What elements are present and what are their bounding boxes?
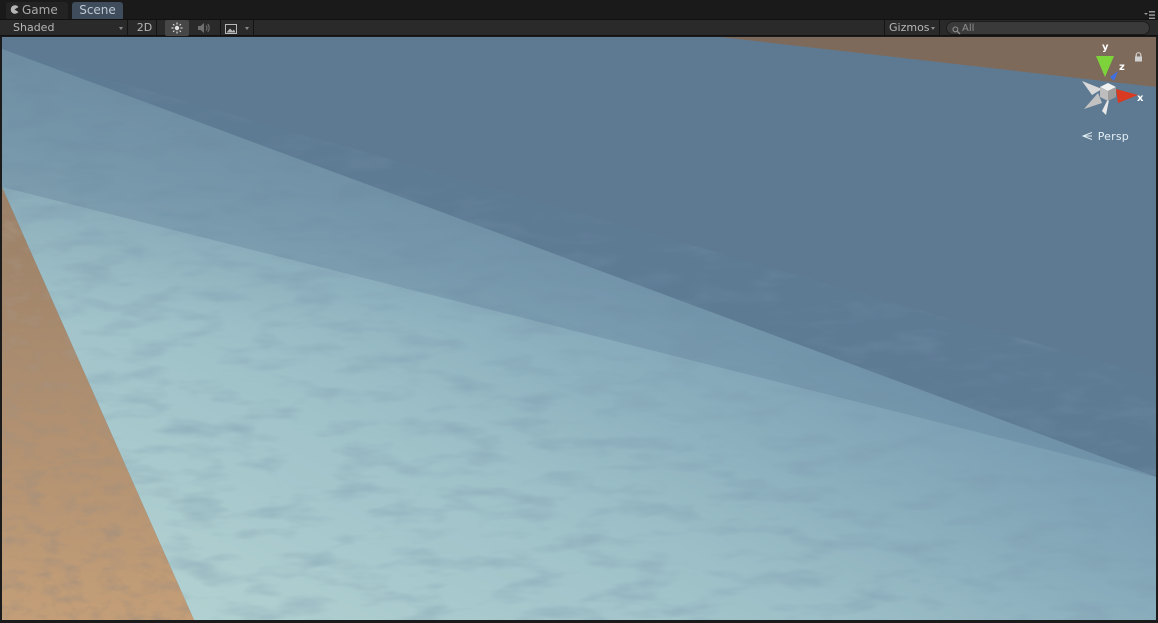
gizmo-y-label: y — [1102, 42, 1109, 53]
gizmos-label: Gizmos — [889, 21, 930, 34]
projection-toggle[interactable]: Persp — [1081, 130, 1129, 143]
tab-game-label: Game — [22, 3, 58, 17]
tab-strip: Game Scene — [0, 0, 1158, 20]
search-input[interactable] — [962, 22, 1142, 34]
gizmo-z-axis — [1110, 71, 1118, 81]
perspective-icon — [1081, 130, 1096, 143]
effects-dropdown[interactable] — [220, 20, 254, 36]
audio-toggle[interactable] — [192, 20, 216, 36]
tab-scene-label: Scene — [79, 3, 116, 17]
shading-mode-dropdown[interactable]: Shaded — [4, 20, 128, 36]
lock-icon[interactable] — [1134, 47, 1143, 66]
panel-menu-icon[interactable] — [1143, 5, 1155, 20]
scene-toolbar: Shaded 2D Gizmos All — [0, 19, 1158, 36]
gizmo-y-axis — [1096, 56, 1114, 77]
gizmos-dropdown[interactable]: Gizmos — [884, 20, 940, 36]
chevron-down-icon — [245, 27, 249, 30]
scene-viewport[interactable]: y z x Persp — [2, 37, 1156, 620]
pacman-icon — [10, 2, 19, 19]
shading-mode-value: Shaded — [13, 21, 55, 34]
chevron-down-icon — [931, 27, 935, 30]
sun-icon — [171, 22, 183, 38]
image-icon — [225, 23, 237, 38]
tab-scene[interactable]: Scene — [72, 2, 123, 19]
gizmo-x-label: x — [1137, 93, 1144, 104]
speaker-icon — [197, 22, 211, 38]
lighting-toggle[interactable] — [165, 20, 189, 36]
gizmo-z-label: z — [1119, 62, 1125, 73]
hierarchy-search[interactable] — [946, 21, 1150, 35]
scene-window: Game Scene Shaded 2D Gizmos All y z x Pe… — [0, 0, 1158, 623]
mode-2d-button[interactable]: 2D — [133, 20, 157, 36]
projection-label: Persp — [1097, 130, 1129, 143]
mode-2d-label: 2D — [136, 21, 153, 34]
tab-game[interactable]: Game — [6, 2, 68, 19]
chevron-down-icon — [119, 27, 123, 30]
gizmo-x-axis — [1116, 89, 1138, 103]
scene-render — [2, 37, 1156, 620]
